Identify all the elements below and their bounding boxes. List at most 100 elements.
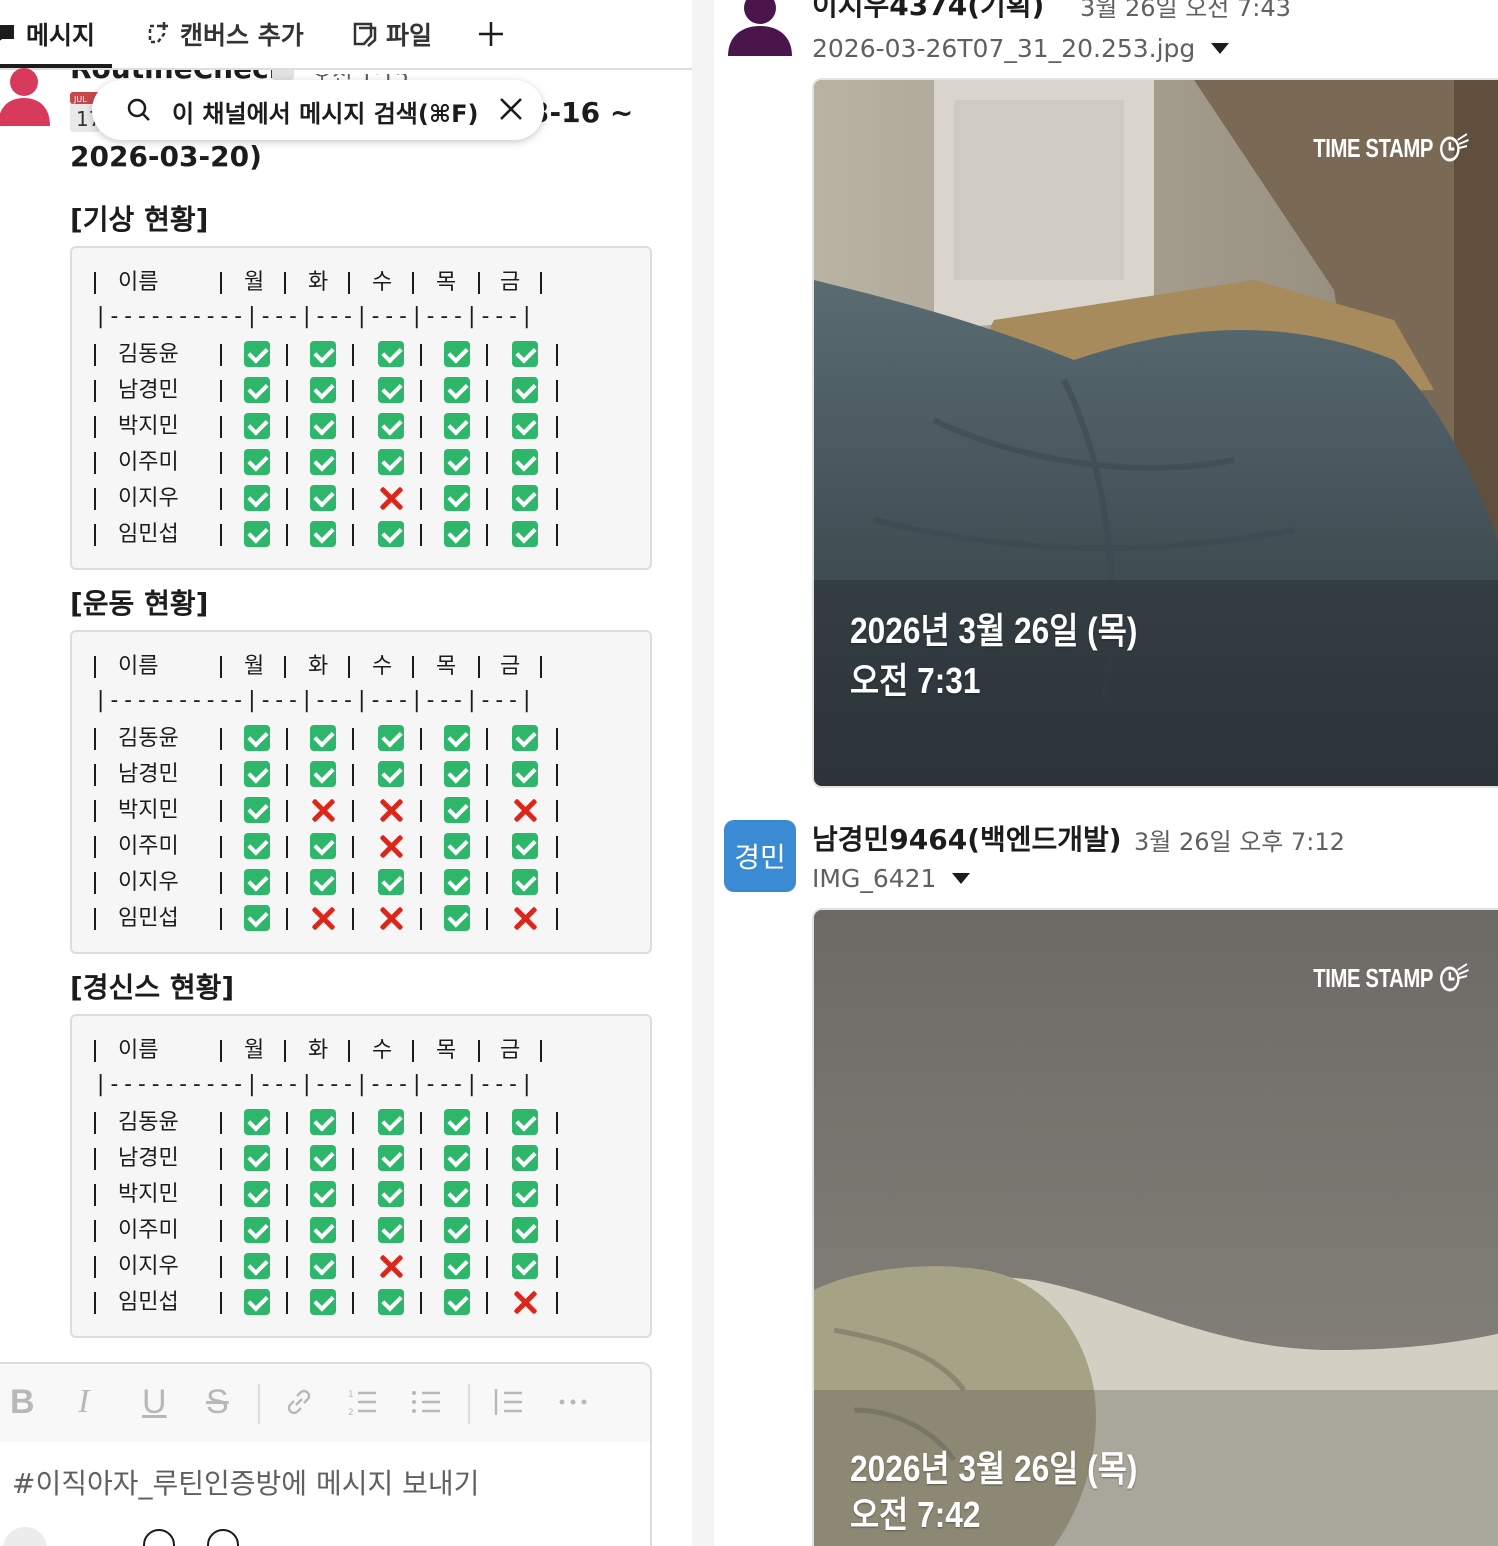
check-mark-icon [310,341,336,367]
tab-files[interactable]: 파일 [350,14,432,54]
check-mark-icon [244,833,270,859]
message-sender-name[interactable]: 남경민9464(백엔드개발) [812,818,1122,858]
table-pipe [556,728,558,750]
cross-mark-icon [512,797,538,823]
cross-mark-icon [378,797,404,823]
table-pipe [556,1292,558,1314]
check-mark-icon [444,869,470,895]
bold-button[interactable]: B [10,1382,35,1422]
check-mark-icon [244,413,270,439]
member-name: 임민섭 [118,1290,179,1315]
check-mark-icon [378,377,404,403]
chevron-down-icon[interactable] [1211,43,1230,54]
table-pipe [556,1256,558,1278]
attach-plus-icon[interactable] [2,1526,48,1546]
bot-avatar[interactable] [0,64,52,126]
table-pipe [286,416,288,438]
table-pipe [420,1292,422,1314]
table-pipe [420,380,422,402]
table-pipe [220,656,222,678]
table-header-cell: 목 [436,1038,457,1063]
check-mark-icon [310,869,336,895]
pane-divider[interactable] [692,0,714,1546]
calendar-month: JUL [73,95,87,104]
photo-stamp-date: 2026년 3월 26일 (목) [850,610,1138,651]
check-mark-icon [244,797,270,823]
user-avatar[interactable]: 경민 [724,820,796,892]
bulleted-list-button[interactable] [410,1382,444,1422]
tab-messages[interactable]: 메시지 [0,14,95,54]
table-pipe [94,872,96,894]
attached-photo[interactable]: TIME STAMP 2026년 3월 26일 (목) 오전 7:42 [812,908,1498,1546]
formatting-toolbar: B I U S 12 [0,1364,650,1442]
check-mark-icon [244,1289,270,1315]
check-mark-icon [310,413,336,439]
table-pipe [94,908,96,930]
blockquote-button[interactable] [492,1382,526,1422]
check-mark-icon [310,521,336,547]
table-pipe [94,272,96,294]
link-icon [287,1389,311,1415]
link-button[interactable] [282,1382,316,1422]
table-pipe [94,1220,96,1242]
check-mark-icon [310,1145,336,1171]
channel-search-bar[interactable]: 이 채널에서 메시지 검색(⌘F) [92,80,544,140]
table-pipe [284,656,286,678]
table-pipe [94,1148,96,1170]
italic-button[interactable]: I [78,1382,89,1422]
member-name: 김동윤 [118,342,179,367]
ordered-list-button[interactable]: 12 [346,1382,380,1422]
table-pipe [286,1220,288,1242]
clock-icon [1439,133,1469,162]
more-formatting-button[interactable] [556,1382,590,1422]
message-time[interactable]: 3월 26일 오전 7:43 [1080,0,1291,23]
attachment-filename[interactable]: IMG_6421 [812,864,971,893]
table-pipe [420,872,422,894]
check-mark-icon [444,341,470,367]
table-pipe [352,524,354,546]
strikethrough-button[interactable]: S [206,1382,229,1422]
bulleted-list-icon [412,1391,440,1413]
member-name: 남경민 [118,378,179,403]
table-pipe [478,272,480,294]
table-pipe [220,380,222,402]
table-pipe [352,1184,354,1206]
check-mark-icon [244,485,270,511]
attached-photo[interactable]: TIME STAMP 2026년 3월 26일 (목) 오전 7:31 [812,78,1498,788]
check-mark-icon [244,1109,270,1135]
clock-icon [1439,963,1469,992]
user-avatar[interactable] [724,0,796,58]
exercise-section-title: [운동 현황] [70,587,209,620]
member-name: 이지우 [118,870,179,895]
check-mark-icon [444,1217,470,1243]
table-pipe [556,416,558,438]
table-pipe [220,452,222,474]
table-divider-line: |----------|---|---|---|---|---| [94,1072,534,1097]
check-mark-icon [444,1253,470,1279]
channel-pane: 메시지 캔버스 추가 파일 RoutineCheck 오전 1:15 JUL 1… [0,0,692,1546]
check-mark-icon [512,761,538,787]
table-pipe [94,1256,96,1278]
member-name: 이주미 [118,834,179,859]
table-pipe [486,488,488,510]
search-input[interactable]: 이 채널에서 메시지 검색(⌘F) [172,94,478,129]
mention-icon[interactable] [206,1528,240,1546]
underline-button[interactable]: U [142,1382,167,1422]
close-icon[interactable] [496,94,526,124]
check-mark-icon [310,1181,336,1207]
emoji-icon[interactable] [142,1528,176,1546]
member-name: 남경민 [118,1146,179,1171]
attachment-filename[interactable]: 2026-03-26T07_31_20.253.jpg [812,34,1230,63]
timestamp-logo: TIME STAMP [1313,962,1470,994]
message-time[interactable]: 3월 26일 오후 7:12 [1134,822,1345,857]
add-tab-button[interactable] [476,14,514,54]
chevron-down-icon[interactable] [952,873,971,884]
attachment-filename-text: 2026-03-26T07_31_20.253.jpg [812,34,1196,63]
table-pipe [420,416,422,438]
message-input[interactable]: #이직아자_루틴인증방에 메시지 보내기 [12,1462,479,1502]
cross-mark-icon [378,1253,404,1279]
table-pipe [348,272,350,294]
message-sender-name[interactable]: 이지우4374(기획) [812,0,1044,24]
table-pipe [94,656,96,678]
tab-add-canvas[interactable]: 캔버스 추가 [144,14,304,54]
